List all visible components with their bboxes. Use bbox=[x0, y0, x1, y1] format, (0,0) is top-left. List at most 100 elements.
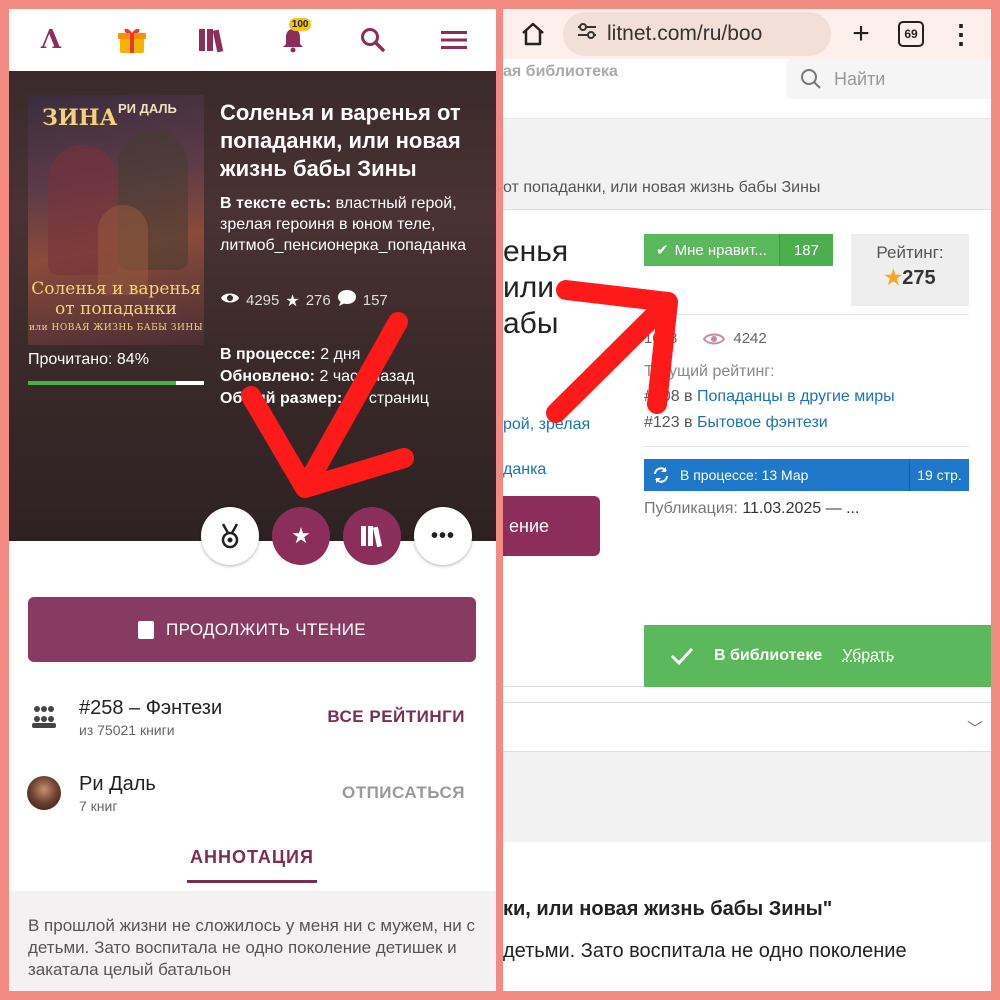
annotation-text: детьми. Зато воспитала не одно поколение bbox=[503, 940, 907, 962]
library-link[interactable]: ая библиотека bbox=[503, 63, 618, 81]
home-icon[interactable] bbox=[513, 14, 553, 54]
tag-fragment-2[interactable]: зрелая bbox=[539, 416, 591, 433]
unsubscribe-button[interactable]: ОТПИСАТЬСЯ bbox=[342, 783, 496, 803]
status-value: 2 дня bbox=[320, 346, 361, 363]
comments-count: 157 bbox=[362, 292, 388, 309]
library-icon bbox=[361, 526, 383, 547]
notifications-badge: 100 bbox=[288, 18, 312, 31]
section-gap bbox=[503, 752, 991, 842]
tag-fragment-3[interactable]: данка bbox=[503, 461, 546, 479]
star-icon: ★ bbox=[285, 292, 300, 310]
collapsed-section[interactable]: ﹀ bbox=[503, 702, 991, 752]
library-icon[interactable] bbox=[194, 22, 230, 58]
read-button[interactable]: ение bbox=[503, 496, 600, 556]
rank-sub: из 75021 книги bbox=[79, 721, 175, 738]
url-text: litnet.com/ru/boo bbox=[607, 22, 763, 45]
publication-label: Публикация: bbox=[644, 500, 738, 517]
rank2-prefix: #123 в bbox=[644, 414, 693, 431]
breadcrumb: от попаданки, или новая жизнь бабы Зины bbox=[503, 119, 991, 209]
check-icon bbox=[670, 647, 694, 666]
rating-value: 275 bbox=[902, 267, 936, 289]
publication-value: 11.03.2025 — ... bbox=[742, 500, 860, 517]
cover-title-sub: или НОВАЯ ЖИЗНЬ БАБЫ ЗИНЫ bbox=[28, 323, 204, 333]
add-to-library-button[interactable] bbox=[343, 507, 401, 565]
book-meta: В процессе: 2 дня Обновлено: 2 часа наза… bbox=[220, 344, 429, 410]
tag-fragment-1[interactable]: рой, bbox=[503, 416, 534, 433]
notifications-bell-icon[interactable]: 100 bbox=[275, 18, 312, 58]
search-icon[interactable] bbox=[355, 22, 391, 58]
check-icon: ✔ bbox=[656, 242, 669, 259]
litnet-logo[interactable]: Λ bbox=[33, 22, 69, 58]
book-hero: ЗИНА РИ ДАЛЬ Соленья и варенья от попада… bbox=[9, 71, 496, 541]
tab-annotation[interactable]: АННОТАЦИЯ bbox=[187, 847, 317, 883]
address-bar[interactable]: litnet.com/ru/boo bbox=[563, 12, 831, 56]
site-header: ая библиотека Найти bbox=[503, 59, 991, 119]
book-title-fragment: енья или абы bbox=[503, 235, 569, 340]
site-settings-icon[interactable] bbox=[577, 22, 597, 46]
browser-menu-icon[interactable]: ⋮ bbox=[941, 14, 981, 54]
refresh-icon bbox=[654, 467, 668, 483]
tabs-count: 69 bbox=[898, 21, 924, 47]
book-icon bbox=[138, 620, 155, 639]
menu-icon[interactable] bbox=[436, 22, 472, 58]
people-rank-icon bbox=[9, 705, 79, 729]
cover-title: Соленья и варенья от попаданки или НОВАЯ… bbox=[28, 279, 204, 333]
author-name[interactable]: Ри Даль bbox=[79, 773, 342, 796]
book-title: Соленья и варенья от попаданки, или нова… bbox=[220, 100, 461, 181]
all-ratings-button[interactable]: ВСЕ РЕЙТИНГИ bbox=[327, 707, 496, 727]
book-counts: 1068 4242 bbox=[644, 330, 767, 347]
book-tags: В тексте есть: властный герой, зрелая ге… bbox=[220, 193, 485, 256]
rank1-link[interactable]: Попаданцы в другие миры bbox=[697, 388, 895, 405]
tags-label: В тексте есть: bbox=[220, 195, 332, 212]
views-icon bbox=[220, 291, 240, 310]
book-cover[interactable]: ЗИНА РИ ДАЛЬ Соленья и варенья от попада… bbox=[28, 95, 204, 345]
browser-toolbar: litnet.com/ru/boo + 69 ⋮ bbox=[503, 9, 991, 59]
search-icon bbox=[801, 69, 821, 89]
rank1-prefix: #108 в bbox=[644, 388, 693, 405]
like-button[interactable]: ✔ Мне нравит... 187 bbox=[644, 234, 833, 266]
top-navigation: Λ 100 bbox=[9, 9, 496, 71]
rating-box: Рейтинг: ★275 bbox=[851, 234, 969, 306]
author-row: Ри Даль 7 книг ОТПИСАТЬСЯ bbox=[9, 765, 496, 821]
updated-value: 2 часа назад bbox=[319, 368, 415, 385]
more-icon: ••• bbox=[430, 524, 455, 547]
current-rating-label: Текущий рейтинг: bbox=[644, 363, 775, 380]
in-library-bar: В библиотеке Убрать bbox=[644, 625, 991, 687]
annotation-title: ки, или новая жизнь бабы Зины" bbox=[503, 898, 833, 920]
views-count: 4295 bbox=[246, 292, 280, 309]
browser-screen: litnet.com/ru/boo + 69 ⋮ ая библиотека Н… bbox=[503, 9, 991, 991]
book-actions: ★ ••• bbox=[9, 507, 496, 567]
more-options-button[interactable]: ••• bbox=[414, 507, 472, 565]
site-search-input[interactable]: Найти bbox=[786, 59, 991, 99]
star-icon: ★ bbox=[884, 267, 903, 289]
updated-label: Обновлено: bbox=[220, 368, 316, 385]
remove-from-library-link[interactable]: Убрать bbox=[842, 647, 894, 665]
like-label: Мне нравит... bbox=[674, 241, 767, 259]
chevron-down-icon: ﹀ bbox=[966, 721, 983, 738]
new-tab-icon[interactable]: + bbox=[841, 14, 881, 54]
publication: Публикация: 11.03.2025 — ... bbox=[644, 500, 859, 518]
annotation-text: В прошлой жизни не сложилось у меня ни с… bbox=[9, 891, 496, 991]
search-placeholder: Найти bbox=[834, 68, 886, 89]
read-progress-fill bbox=[28, 381, 176, 385]
continue-reading-button[interactable]: ПРОДОЛЖИТЬ ЧТЕНИЕ bbox=[28, 597, 476, 662]
status-text: В процессе: 13 Мар bbox=[680, 467, 809, 483]
rank-line-1: #108 в Попаданцы в другие миры bbox=[644, 388, 895, 406]
gift-icon[interactable] bbox=[114, 22, 150, 58]
tags-line-1: рой, зрелая bbox=[503, 416, 590, 434]
rank-line-2: #123 в Бытовое фэнтези bbox=[644, 414, 828, 432]
tabs-button[interactable]: 69 bbox=[891, 14, 931, 54]
in-library-label: В библиотеке bbox=[714, 647, 823, 664]
continue-label: ПРОДОЛЖИТЬ ЧТЕНИЕ bbox=[166, 619, 366, 639]
read-progress-label: Прочитано: 84% bbox=[28, 351, 149, 368]
read-progress-bar bbox=[28, 381, 204, 385]
favorite-button[interactable]: ★ bbox=[272, 507, 330, 565]
stars-count: 276 bbox=[305, 292, 331, 309]
author-avatar[interactable] bbox=[27, 776, 61, 810]
like-count: 187 bbox=[778, 234, 833, 266]
medal-icon bbox=[221, 523, 239, 549]
rating-label: Рейтинг: bbox=[876, 243, 944, 262]
count-first: 1068 bbox=[644, 330, 678, 347]
award-button[interactable] bbox=[201, 507, 259, 565]
rank2-link[interactable]: Бытовое фэнтези bbox=[697, 414, 828, 431]
